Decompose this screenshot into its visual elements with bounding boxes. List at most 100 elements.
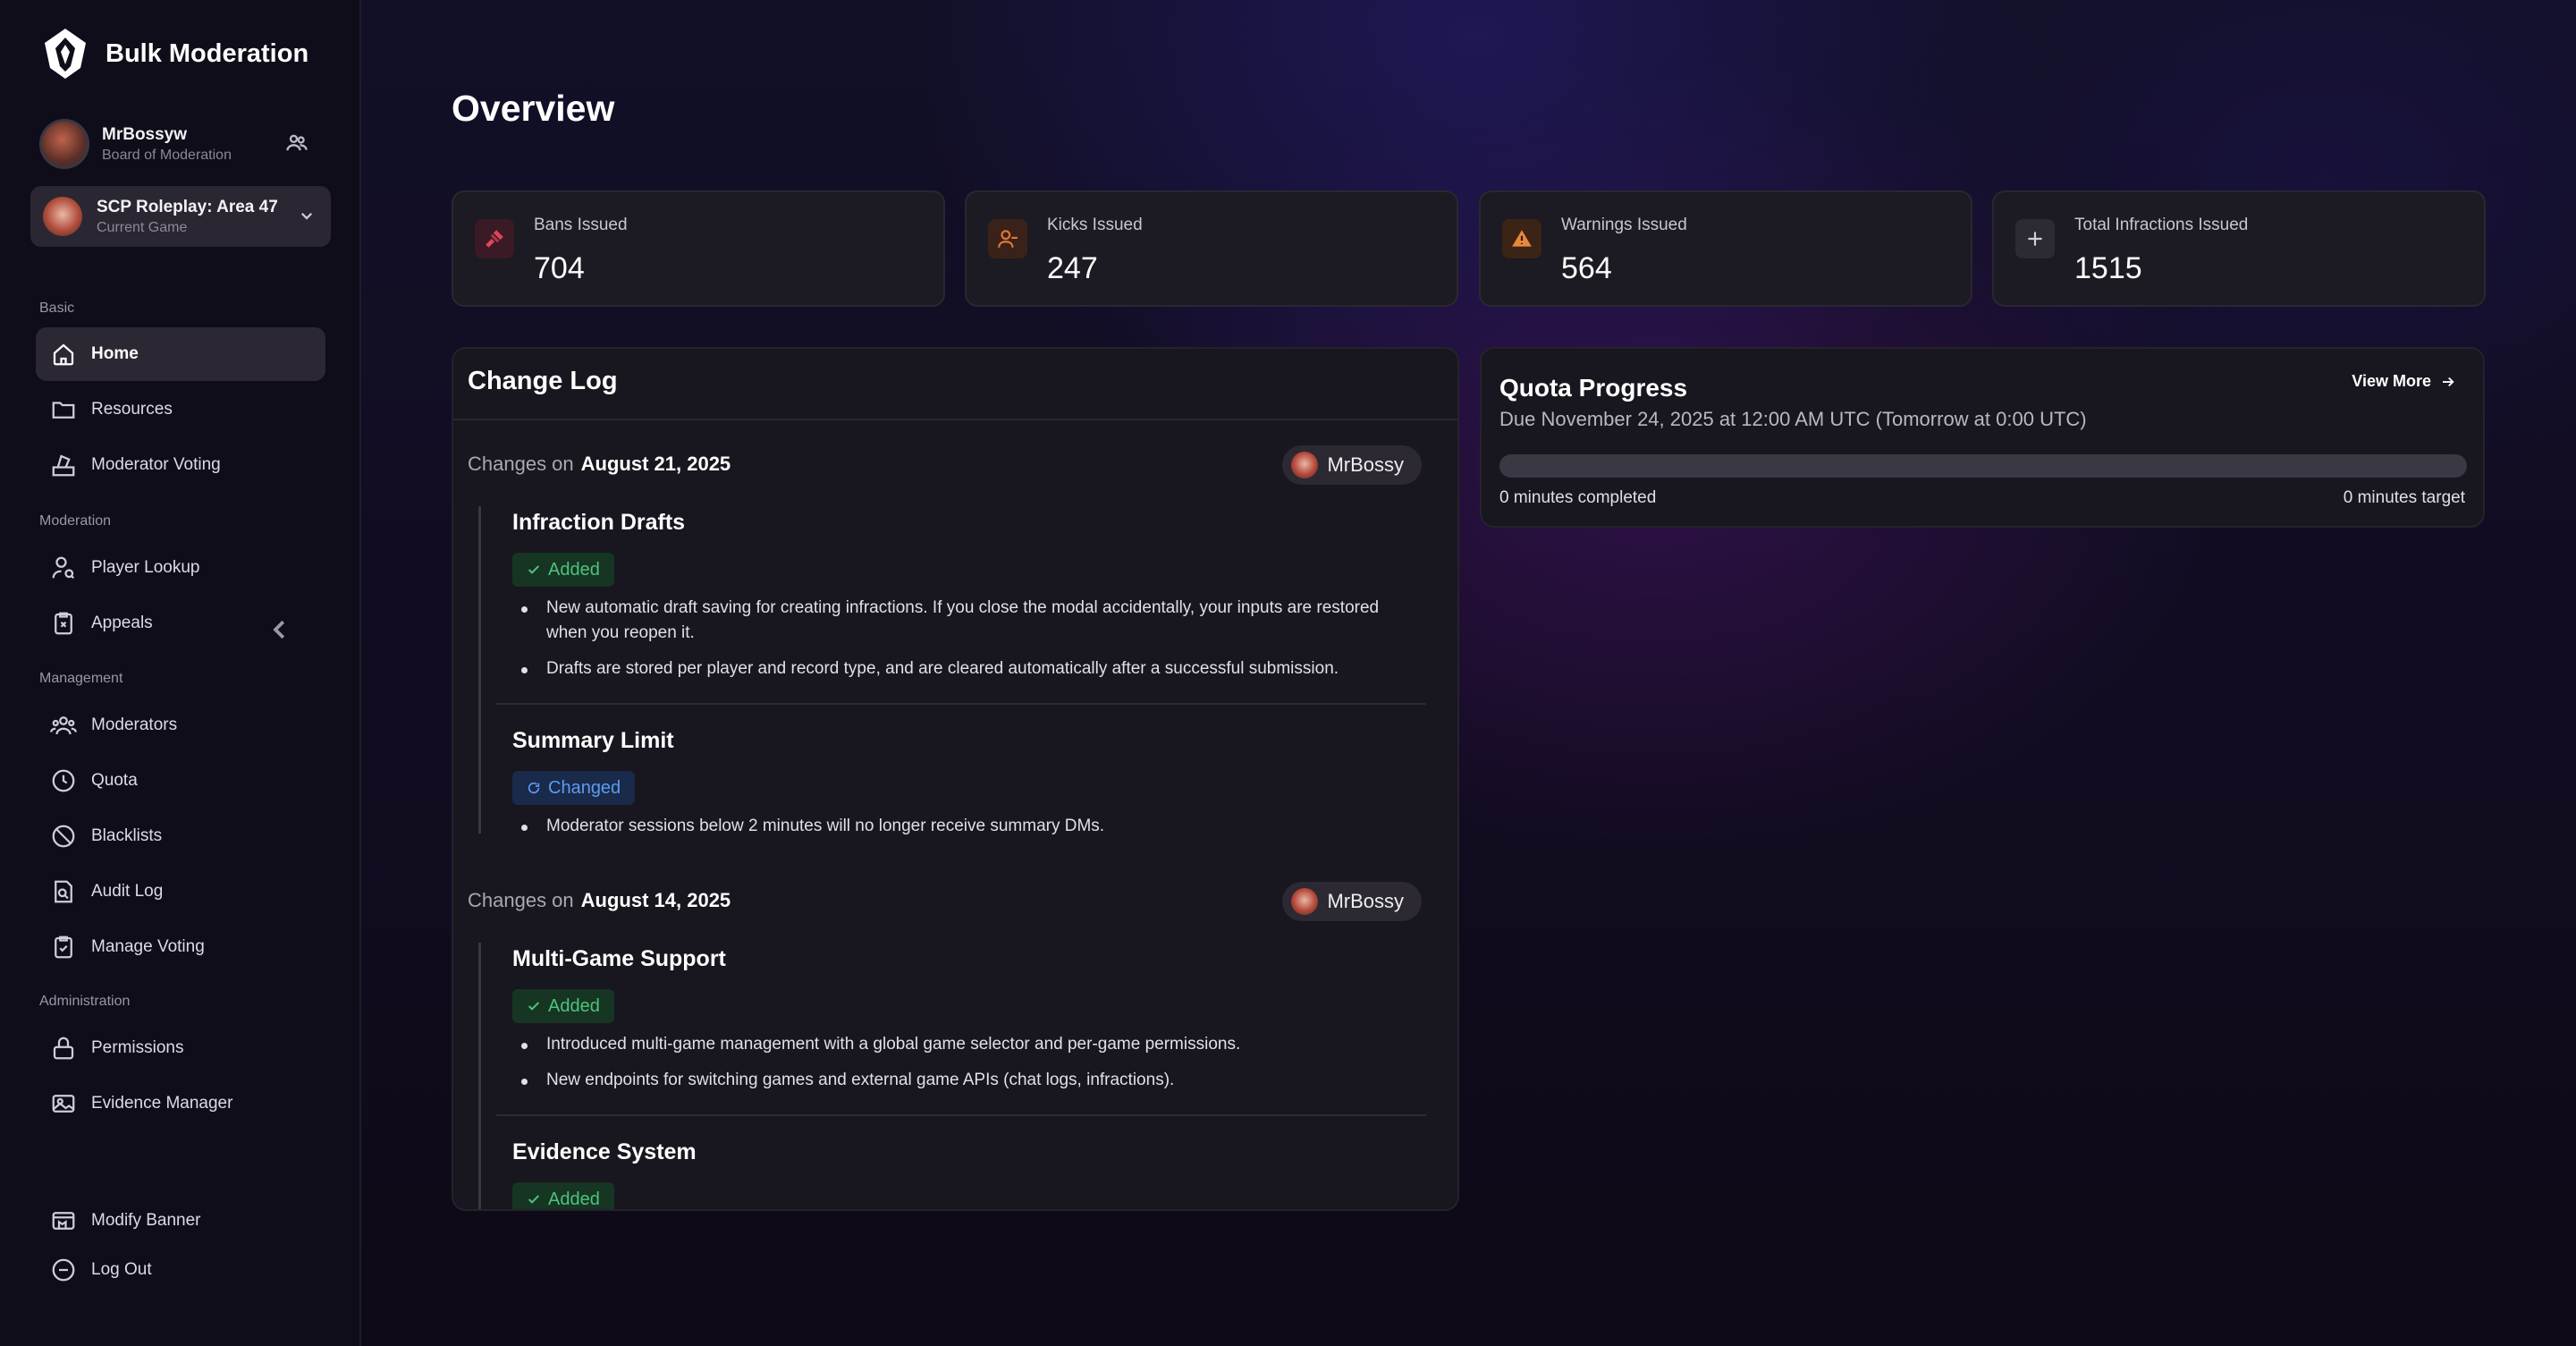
file-search-icon: [55, 880, 72, 903]
game-icon: [43, 197, 82, 236]
stat-label: Kicks Issued: [1047, 216, 1143, 234]
sidebar-item-moderator-voting[interactable]: Moderator Voting: [36, 438, 325, 492]
sidebar-item-label: Player Lookup: [91, 558, 200, 577]
sidebar-item-evidence-manager[interactable]: Evidence Manager: [36, 1077, 325, 1130]
stat-card-total: Total Infractions Issued 1515: [1992, 190, 2486, 307]
warning-icon: [1502, 219, 1541, 258]
badge-label: Added: [548, 995, 600, 1016]
stat-card-bans: Bans Issued 704: [452, 190, 945, 307]
avatar: [1291, 888, 1319, 915]
quota-target: 0 minutes target: [2343, 488, 2465, 507]
user-role: Board of Moderation: [102, 147, 232, 163]
plus-icon: [2015, 219, 2055, 258]
author-name: MrBossy: [1327, 890, 1404, 912]
brand[interactable]: Bulk Moderation: [39, 27, 308, 80]
sidebar-item-resources[interactable]: Resources: [36, 383, 325, 436]
user-search-icon: [52, 556, 75, 580]
game-subtitle: Current Game: [97, 219, 188, 235]
sidebar-item-label: Blacklists: [91, 826, 163, 845]
sidebar-item-permissions[interactable]: Permissions: [36, 1021, 325, 1075]
entry-divider: [496, 1114, 1426, 1116]
sidebar-item-player-lookup[interactable]: Player Lookup: [36, 541, 325, 595]
sidebar-item-audit-log[interactable]: Audit Log: [36, 865, 325, 918]
stat-value: 564: [1561, 251, 1612, 285]
check-icon: [528, 1002, 540, 1011]
changelog-date: August 21, 2025: [580, 453, 731, 475]
folder-icon: [52, 402, 75, 419]
quota-due: Due November 24, 2025 at 12:00 AM UTC (T…: [1499, 408, 2087, 430]
view-more-label: View More: [2352, 372, 2431, 390]
page-title: Overview: [452, 88, 615, 129]
list-item: Introduced multi-game management with a …: [512, 1032, 1406, 1057]
banner-icon: [52, 1212, 75, 1230]
sidebar-item-label: Manage Voting: [91, 937, 205, 956]
refresh-icon: [528, 782, 540, 794]
check-icon: [528, 565, 540, 574]
changelog-title: Change Log: [468, 367, 618, 395]
stat-card-warnings: Warnings Issued 564: [1479, 190, 1972, 307]
sidebar-item-label: Home: [91, 344, 139, 363]
sidebar-item-home[interactable]: Home: [36, 327, 325, 381]
sidebar-item-label: Log Out: [91, 1260, 152, 1279]
quota-panel: Quota Progress Due November 24, 2025 at …: [1480, 347, 2485, 528]
section-label-management: Management: [39, 671, 123, 686]
changelog-date: August 14, 2025: [580, 889, 731, 911]
sidebar-item-log-out[interactable]: Log Out: [36, 1243, 325, 1297]
changelog-date-row: Changes on August 21, 2025: [468, 453, 731, 476]
game-selector[interactable]: SCP Roleplay: Area 47 Current Game: [30, 186, 331, 247]
clock-icon: [52, 769, 75, 792]
users-switch-icon[interactable]: [284, 131, 309, 156]
list-item: New automatic draft saving for creating …: [512, 596, 1406, 646]
author-chip[interactable]: MrBossy: [1282, 445, 1422, 485]
sidebar-item-quota[interactable]: Quota: [36, 754, 325, 808]
changed-badge: Changed: [512, 771, 636, 805]
clipboard-check-icon: [55, 935, 72, 959]
game-title: SCP Roleplay: Area 47: [97, 197, 278, 216]
view-more-button[interactable]: View More: [2352, 372, 2456, 391]
stat-value: 704: [534, 251, 585, 285]
quota-completed: 0 minutes completed: [1499, 488, 1657, 507]
arrow-right-icon: [2443, 377, 2454, 386]
sidebar-item-label: Resources: [91, 400, 173, 419]
changelog-panel[interactable]: Change Log Changes on August 21, 2025 MrB…: [452, 347, 1459, 1211]
image-icon: [52, 1095, 75, 1113]
sidebar-item-modify-banner[interactable]: Modify Banner: [36, 1194, 325, 1248]
divider: [453, 419, 1457, 420]
timeline-line: [478, 943, 481, 1209]
sidebar-item-blacklists[interactable]: Blacklists: [36, 809, 325, 863]
timeline-line: [478, 506, 481, 834]
stat-label: Bans Issued: [534, 216, 628, 234]
author-chip[interactable]: MrBossy: [1282, 882, 1422, 921]
sidebar-item-appeals[interactable]: Appeals: [36, 597, 325, 650]
stat-card-kicks: Kicks Issued 247: [965, 190, 1458, 307]
sidebar-item-label: Modify Banner: [91, 1211, 201, 1230]
sidebar-item-label: Quota: [91, 771, 138, 790]
entry-title: Summary Limit: [512, 728, 674, 753]
lock-icon: [53, 1037, 74, 1060]
changelog-date-row: Changes on August 14, 2025: [468, 889, 731, 912]
sidebar-item-manage-voting[interactable]: Manage Voting: [36, 920, 325, 974]
sidebar-item-label: Audit Log: [91, 882, 164, 901]
chevron-down-icon: [300, 212, 313, 220]
home-icon: [53, 343, 74, 366]
clipboard-x-icon: [55, 612, 72, 635]
users-icon: [50, 716, 77, 735]
stat-value: 247: [1047, 251, 1098, 285]
brand-name: Bulk Moderation: [106, 38, 309, 68]
entry-bullets: Moderator sessions below 2 minutes will …: [512, 814, 1406, 850]
avatar: [1291, 452, 1319, 478]
ballot-box-icon: [52, 454, 75, 477]
sidebar-item-moderators[interactable]: Moderators: [36, 698, 325, 752]
badge-label: Added: [548, 559, 600, 580]
user-profile[interactable]: MrBossyw Board of Moderation: [39, 118, 317, 170]
entry-bullets: New automatic draft saving for creating …: [512, 596, 1406, 692]
ban-icon: [52, 825, 75, 848]
gavel-icon: [475, 219, 514, 258]
changes-on-label: Changes on: [468, 453, 574, 475]
added-badge: Added: [512, 989, 614, 1023]
sidebar: Bulk Moderation MrBossyw Board of Modera…: [0, 0, 361, 1346]
sidebar-item-label: Permissions: [91, 1038, 184, 1057]
user-minus-icon: [988, 219, 1027, 258]
user-name: MrBossyw: [102, 124, 188, 144]
entry-title: Infraction Drafts: [512, 510, 686, 535]
